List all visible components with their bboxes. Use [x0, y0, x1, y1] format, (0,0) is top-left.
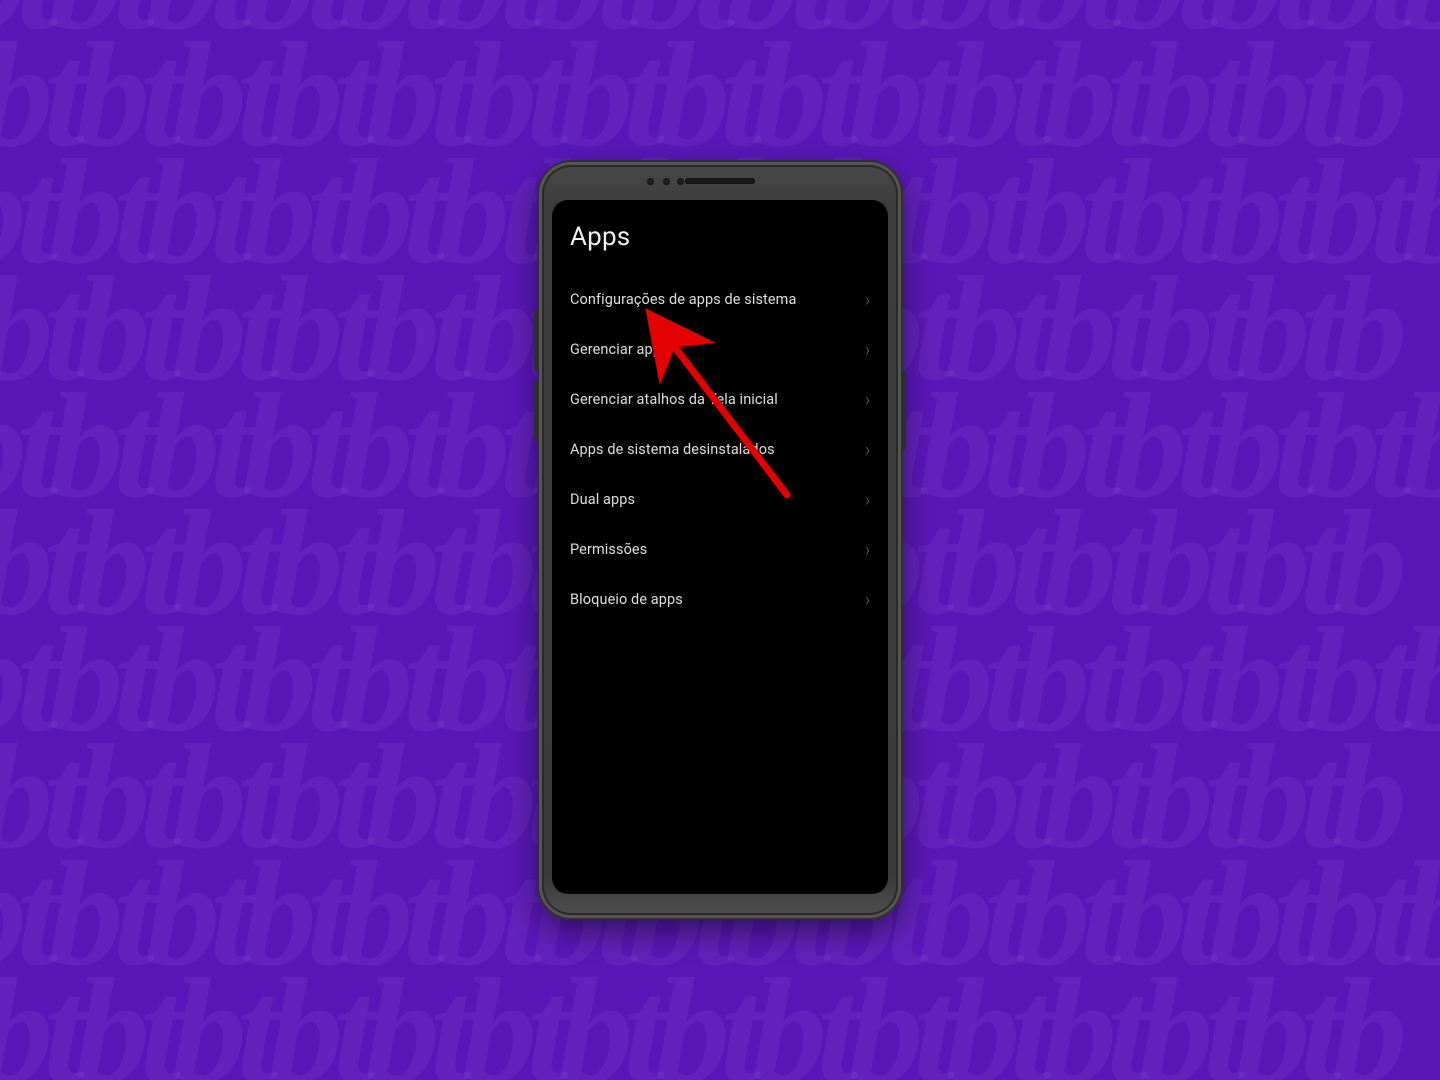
phone-earpiece	[685, 178, 755, 184]
phone-mockup: Apps Configurações de apps de sistema › …	[537, 160, 903, 920]
phone-volume-down-button	[534, 380, 537, 440]
chevron-right-icon: ›	[865, 488, 870, 511]
menu-item-dual-apps[interactable]: Dual apps ›	[570, 474, 870, 524]
menu-item-label: Apps de sistema desinstalados	[570, 441, 775, 458]
chevron-right-icon: ›	[865, 538, 870, 561]
phone-sensor	[663, 178, 670, 185]
menu-item-app-lock[interactable]: Bloqueio de apps ›	[570, 574, 870, 624]
page-title: Apps	[570, 222, 870, 252]
phone-volume-up-button	[534, 310, 537, 370]
menu-item-label: Configurações de apps de sistema	[570, 291, 796, 308]
menu-item-label: Gerenciar atalhos da Tela inicial	[570, 391, 778, 408]
chevron-right-icon: ›	[865, 388, 870, 411]
settings-menu: Configurações de apps de sistema › Geren…	[570, 274, 870, 624]
menu-item-home-screen-shortcuts[interactable]: Gerenciar atalhos da Tela inicial ›	[570, 374, 870, 424]
menu-item-label: Dual apps	[570, 491, 635, 508]
phone-screen: Apps Configurações de apps de sistema › …	[552, 200, 888, 894]
menu-item-system-app-settings[interactable]: Configurações de apps de sistema ›	[570, 274, 870, 324]
chevron-right-icon: ›	[865, 588, 870, 611]
chevron-right-icon: ›	[865, 338, 870, 361]
menu-item-label: Bloqueio de apps	[570, 591, 683, 608]
chevron-right-icon: ›	[865, 438, 870, 461]
menu-item-label: Permissões	[570, 541, 647, 558]
phone-power-button	[903, 370, 906, 450]
menu-item-label: Gerenciar apps	[570, 341, 669, 358]
menu-item-uninstalled-system-apps[interactable]: Apps de sistema desinstalados ›	[570, 424, 870, 474]
phone-sensor	[677, 178, 684, 185]
menu-item-permissions[interactable]: Permissões ›	[570, 524, 870, 574]
menu-item-manage-apps[interactable]: Gerenciar apps ›	[570, 324, 870, 374]
chevron-right-icon: ›	[865, 288, 870, 311]
phone-sensor	[647, 178, 654, 185]
